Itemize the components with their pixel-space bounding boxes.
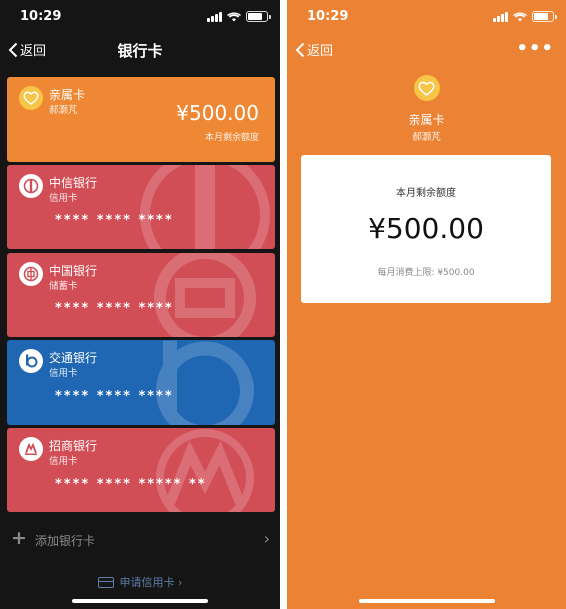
card-type: 信用卡 xyxy=(49,193,78,204)
cmb-logo-icon xyxy=(19,437,43,461)
heart-card-icon xyxy=(413,75,440,101)
system-icons xyxy=(207,11,271,22)
heart-card-icon xyxy=(19,86,43,110)
bocom-logo-icon xyxy=(19,349,43,373)
back-label: 返回 xyxy=(307,44,334,59)
system-icons xyxy=(493,11,557,22)
signal-icon xyxy=(207,11,222,22)
plus-icon: + xyxy=(11,527,27,549)
nav-bar: 返回 ••• xyxy=(287,36,566,64)
home-indicator[interactable] xyxy=(358,599,495,603)
add-bank-card-label: 添加银行卡 xyxy=(35,534,96,548)
bank-cards-screen: 10:29 返回 银行卡 亲属卡 郝灏芃 ¥500.00 本月剩余额度 中信银行… xyxy=(0,0,280,609)
family-card-amount: ¥500.00 xyxy=(176,101,259,125)
status-time: 10:29 xyxy=(20,9,62,24)
status-bar: 10:29 xyxy=(287,0,566,36)
add-bank-card-row[interactable]: + 添加银行卡 › xyxy=(0,524,280,554)
apply-credit-card-link[interactable]: 申请信用卡 › xyxy=(0,574,280,590)
page-title: 银行卡 xyxy=(117,42,163,60)
remaining-label: 本月剩余额度 xyxy=(396,188,456,199)
balance-panel: 本月剩余额度 ¥500.00 每月消费上限: ¥500.00 xyxy=(301,155,551,303)
apply-credit-card-label: 申请信用卡 › xyxy=(119,576,183,589)
card-type: 信用卡 xyxy=(49,368,78,379)
battery-icon xyxy=(246,11,271,22)
bank-card-citic[interactable]: 中信银行 信用卡 **** **** **** xyxy=(7,165,275,249)
family-card-name: 亲属卡 xyxy=(49,88,86,102)
boc-watermark-icon xyxy=(154,253,256,337)
card-number: **** **** ***** ** xyxy=(55,477,207,492)
bank-name: 交通银行 xyxy=(49,351,98,365)
bank-card-cmb[interactable]: 招商银行 信用卡 **** **** ***** ** xyxy=(7,428,275,512)
bank-name: 中国银行 xyxy=(49,264,98,278)
citic-logo-icon xyxy=(19,174,43,198)
card-type: 储蓄卡 xyxy=(49,281,78,292)
wifi-icon xyxy=(227,11,241,21)
card-number: **** **** **** xyxy=(55,301,174,316)
credit-card-icon xyxy=(97,576,114,588)
cmb-watermark-icon xyxy=(156,429,254,512)
wifi-icon xyxy=(513,11,527,21)
boc-logo-icon xyxy=(19,262,43,286)
family-card-detail-screen: 10:29 返回 ••• 亲属卡 郝灏芃 本月剩余额度 ¥500.00 每月消费… xyxy=(287,0,566,609)
bank-card-bocom[interactable]: 交通银行 信用卡 **** **** **** xyxy=(7,340,275,425)
back-chevron-icon xyxy=(295,42,305,57)
remaining-amount: ¥500.00 xyxy=(368,212,484,245)
family-card-title: 亲属卡 xyxy=(408,113,445,127)
card-type: 信用卡 xyxy=(49,456,78,467)
status-time: 10:29 xyxy=(307,9,349,24)
bank-name: 中信银行 xyxy=(49,176,98,190)
family-card-holder: 郝灏芃 xyxy=(49,105,78,116)
monthly-limit: 每月消费上限: ¥500.00 xyxy=(377,268,475,278)
status-bar: 10:29 xyxy=(0,0,280,36)
family-card-holder: 郝灏芃 xyxy=(412,132,441,143)
signal-icon xyxy=(493,11,508,22)
bank-name: 招商银行 xyxy=(49,439,98,453)
battery-icon xyxy=(532,11,557,22)
chevron-right-icon: › xyxy=(263,529,270,548)
family-card-amount-label: 本月剩余额度 xyxy=(204,133,259,143)
more-icon[interactable]: ••• xyxy=(516,38,554,59)
citic-watermark-icon xyxy=(140,165,270,249)
card-number: **** **** **** xyxy=(55,213,174,228)
card-number: **** **** **** xyxy=(55,389,174,404)
nav-bar: 返回 银行卡 xyxy=(0,36,280,64)
home-indicator[interactable] xyxy=(72,599,208,603)
family-card[interactable]: 亲属卡 郝灏芃 ¥500.00 本月剩余额度 xyxy=(7,77,275,162)
back-button[interactable]: 返回 xyxy=(295,40,333,59)
bocom-watermark-icon xyxy=(156,340,254,425)
bank-card-boc[interactable]: 中国银行 储蓄卡 **** **** **** xyxy=(7,253,275,337)
